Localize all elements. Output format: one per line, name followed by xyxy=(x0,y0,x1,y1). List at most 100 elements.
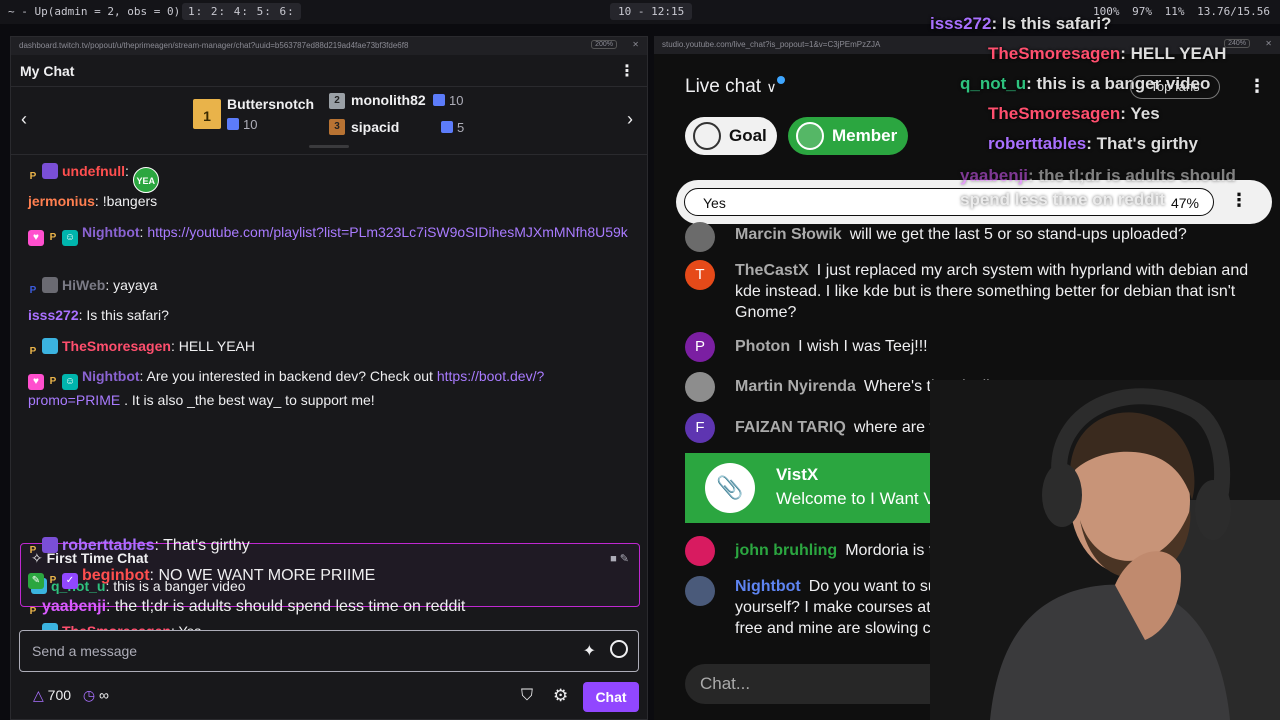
twitch-url: dashboard.twitch.tv/popout/u/theprimeage… xyxy=(19,41,409,50)
avatar[interactable] xyxy=(685,372,715,402)
sub-badge-icon xyxy=(42,277,58,293)
sub-badge-icon xyxy=(42,537,58,553)
chat-username[interactable]: roberttables xyxy=(62,537,154,554)
channel-points-value: 700 xyxy=(47,687,72,703)
chat-message: jermonius: !bangers xyxy=(28,193,158,209)
goal-icon xyxy=(693,122,721,150)
chat-username[interactable]: beginbot xyxy=(82,567,150,584)
top-fans-button[interactable]: Top fans xyxy=(1130,75,1220,99)
chat-message: Proberttables: That's girthy xyxy=(28,535,635,559)
overlay-text: Yes xyxy=(1130,104,1160,123)
poll-option-label: Yes xyxy=(703,195,726,211)
overlay-text: That's girthy xyxy=(1096,134,1198,153)
yt-username[interactable]: Photon xyxy=(735,338,790,355)
overlay-username: isss272 xyxy=(930,14,992,33)
chat-message: ✎ P ✓ beginbot: NO WE WANT MORE PRIIME xyxy=(28,565,635,589)
send-message-input[interactable] xyxy=(20,631,580,671)
member-name[interactable]: VistX xyxy=(776,465,818,485)
yt-chat-text: I just replaced my arch system with hypr… xyxy=(735,262,1249,321)
avatar[interactable] xyxy=(685,222,715,252)
verified-badge-icon: ✓ xyxy=(62,573,78,589)
chat-username[interactable]: jermonius xyxy=(28,193,95,209)
overlay-username: TheSmoresagen xyxy=(988,104,1121,123)
third-gifter-name[interactable]: sipacid xyxy=(351,119,399,135)
overlay-text: Is this safari? xyxy=(1001,14,1112,33)
yt-chat-text: I wish I was Teej!!! xyxy=(798,338,928,355)
chat-text: !bangers xyxy=(102,193,158,209)
yt-username[interactable]: TheCastX xyxy=(735,262,809,279)
prime-badge-icon: P xyxy=(29,545,37,556)
avatar[interactable]: F xyxy=(685,413,715,443)
third-gifter-count: 5 xyxy=(457,120,465,135)
chevron-right-icon[interactable]: › xyxy=(627,109,633,130)
shield-icon[interactable]: ⛉ xyxy=(521,687,533,705)
chat-username[interactable]: yaabenji xyxy=(42,598,106,615)
chat-message: P HiWeb: yayaya xyxy=(28,275,635,299)
yt-username[interactable]: Nightbot xyxy=(735,578,801,595)
top-gifter-name[interactable]: Buttersnotch xyxy=(227,96,314,112)
overlay-text: HELL YEAH xyxy=(1130,44,1227,63)
chat-send-button[interactable]: Chat xyxy=(583,682,639,712)
more-options-icon[interactable]: ⋮ xyxy=(1248,76,1266,97)
avatar[interactable]: T xyxy=(685,260,715,290)
chat-username[interactable]: TheSmoresagen xyxy=(62,338,171,354)
member-chip[interactable]: Member xyxy=(788,117,908,155)
yt-username[interactable]: FAIZAN TARIQ xyxy=(735,419,846,436)
chat-message: ♥ P ☺ Nightbot: https://youtube.com/playlis… xyxy=(28,222,635,246)
member-icon xyxy=(796,122,824,150)
avatar[interactable] xyxy=(685,536,715,566)
twitch-chat-window: dashboard.twitch.tv/popout/u/theprimeage… xyxy=(10,36,648,720)
chat-username[interactable]: Nightbot xyxy=(82,368,140,384)
clock: 10 - 12:15 xyxy=(610,3,693,20)
live-chat-title[interactable]: Live chat ∨ xyxy=(685,76,785,98)
prime-badge-icon: P xyxy=(29,606,37,617)
yt-username[interactable]: Marcin Słowik xyxy=(735,226,842,243)
gold-gift-icon: 1 xyxy=(193,99,221,129)
chat-username[interactable]: Nightbot xyxy=(82,224,140,240)
yt-username[interactable]: john bruhling xyxy=(735,542,837,559)
timer-icon: ◷ xyxy=(82,687,100,703)
zoom-level: 200% xyxy=(591,40,617,49)
goal-chip[interactable]: Goal xyxy=(685,117,777,155)
chat-text: . It is also _the best way_ to support m… xyxy=(120,392,375,408)
chat-text: HELL YEAH xyxy=(178,338,255,354)
top-gifters-leaderboard: ‹ › 1 Buttersnotch 10 2 monolith82 10 3 … xyxy=(11,87,647,155)
window-close-icon[interactable]: ✕ xyxy=(632,40,639,49)
chat-text: yayaya xyxy=(113,277,158,293)
chevron-left-icon[interactable]: ‹ xyxy=(21,109,27,130)
prime-badge-icon: P xyxy=(49,575,57,586)
second-gifter-name[interactable]: monolith82 xyxy=(351,92,426,108)
avatar[interactable]: P xyxy=(685,332,715,362)
notification-dot-icon xyxy=(776,76,785,84)
gift-badge-icon xyxy=(42,338,58,354)
chat-username[interactable]: undefnull xyxy=(62,163,125,179)
yt-username[interactable]: Martin Nyirenda xyxy=(735,378,856,395)
celebrate-icon[interactable]: ✦ xyxy=(583,641,596,661)
paperclip-avatar-icon[interactable]: 📎 xyxy=(705,463,755,513)
stream-overlay-chat: isss272: Is this safari? TheSmoresagen: … xyxy=(930,14,1236,209)
chat-username[interactable]: isss272 xyxy=(28,307,79,323)
silver-gift-icon: 2 xyxy=(329,93,345,109)
channel-points-icon[interactable]: △ xyxy=(33,687,48,703)
member-label: Member xyxy=(832,126,898,145)
twitch-url-bar[interactable]: dashboard.twitch.tv/popout/u/theprimeage… xyxy=(11,37,647,55)
chat-text: Is this safari? xyxy=(86,307,169,323)
goal-label: Goal xyxy=(729,126,767,145)
overlay-username: q_not_u xyxy=(960,74,1027,93)
prime-badge-icon: P xyxy=(29,171,37,182)
top-gifter-count: 10 xyxy=(243,117,258,132)
sub-badge-icon xyxy=(42,163,58,179)
prime-badge-icon: P xyxy=(29,346,37,357)
more-options-icon[interactable]: ⋮ xyxy=(619,61,635,81)
chat-link[interactable]: https://youtube.com/playlist?list=PLm323… xyxy=(147,224,627,240)
chat-username[interactable]: HiWeb xyxy=(62,277,105,293)
workspace-switcher[interactable]: 1: 2: 4: 5: 6: xyxy=(182,3,301,20)
avatar[interactable] xyxy=(685,576,715,606)
chat-text: That's girthy xyxy=(163,537,250,554)
chat-message: Pundefnull: YEA xyxy=(28,161,635,193)
chat-message: isss272: Is this safari? xyxy=(28,307,169,323)
gear-icon[interactable]: ⚙ xyxy=(553,686,568,706)
emote-picker-icon[interactable] xyxy=(610,640,628,658)
streamer-webcam-image xyxy=(930,380,1280,720)
chat-text: the tl;dr is adults should spend less ti… xyxy=(114,598,466,615)
